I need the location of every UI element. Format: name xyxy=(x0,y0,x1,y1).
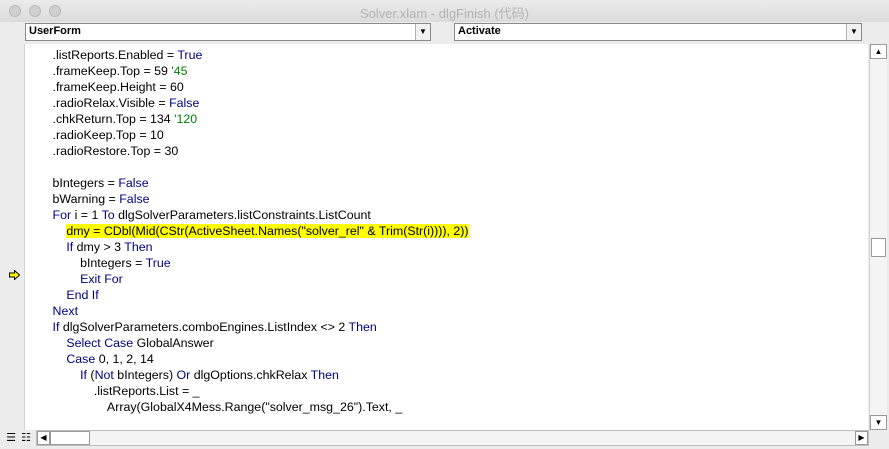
scroll-left-button[interactable]: ◀ xyxy=(37,431,50,445)
code-keyword: To xyxy=(101,208,115,222)
code-keyword: Then xyxy=(348,320,377,334)
vertical-scrollbar[interactable]: ▲ ▼ xyxy=(869,44,887,430)
scroll-down-button[interactable]: ▼ xyxy=(870,415,887,430)
code-keyword: Next xyxy=(52,304,79,318)
code-editor[interactable]: .listReports.Enabled = True .frameKeep.T… xyxy=(25,44,868,430)
code-text: .chkReturn.Top = 134 xyxy=(25,112,175,126)
code-keyword: False xyxy=(118,176,149,190)
scroll-right-button[interactable]: ▶ xyxy=(855,431,868,445)
procedure-combobox[interactable]: Activate ▼ xyxy=(454,23,862,41)
object-combobox[interactable]: UserForm ▼ xyxy=(25,23,431,41)
code-text: bIntegers) xyxy=(113,368,177,382)
code-line[interactable]: .frameKeep.Height = 60 xyxy=(25,79,469,95)
current-line-arrow-icon xyxy=(9,270,20,280)
code-keyword: Not xyxy=(94,368,114,382)
code-text: dlgSolverParameters.comboEngines.ListInd… xyxy=(59,320,349,334)
code-text: .frameKeep.Height = 60 xyxy=(25,80,184,94)
code-text: .radioKeep.Top = 10 xyxy=(25,128,164,142)
code-line[interactable]: Case 0, 1, 2, 14 xyxy=(25,351,469,367)
code-text: .radioRestore.Top = 30 xyxy=(25,144,179,158)
highlighted-statement: dmy = CDbl(Mid(CStr(ActiveSheet.Names("s… xyxy=(66,224,469,238)
code-line[interactable]: bWarning = False xyxy=(25,191,469,207)
code-keyword: Case xyxy=(66,352,96,366)
code-line[interactable]: .radioKeep.Top = 10 xyxy=(25,127,469,143)
procedure-combobox-dropdown-icon[interactable]: ▼ xyxy=(846,24,861,40)
procedure-view-icon[interactable]: ☰ xyxy=(4,431,18,445)
code-text: dmy > 3 xyxy=(73,240,125,254)
code-lines: .listReports.Enabled = True .frameKeep.T… xyxy=(25,47,469,415)
code-line[interactable]: .radioRelax.Visible = False xyxy=(25,95,469,111)
code-text: bIntegers = xyxy=(25,256,146,270)
code-text: dlgSolverParameters.listConstraints.List… xyxy=(114,208,371,222)
code-text: .frameKeep.Top = 59 xyxy=(25,64,172,78)
code-line[interactable]: .listReports.Enabled = True xyxy=(25,47,469,63)
code-keyword: Exit For xyxy=(80,272,123,286)
code-line[interactable]: If (Not bIntegers) Or dlgOptions.chkRela… xyxy=(25,367,469,383)
code-line[interactable]: For i = 1 To dlgSolverParameters.listCon… xyxy=(25,207,469,223)
window-title: Solver.xlam - dlgFinish (代码) xyxy=(359,6,530,21)
code-line[interactable]: Exit For xyxy=(25,271,469,287)
horizontal-scroll-thumb[interactable] xyxy=(50,431,90,445)
code-keyword: True xyxy=(177,48,203,62)
code-line[interactable]: Array(GlobalX4Mess.Range("solver_msg_26"… xyxy=(25,399,469,415)
code-line[interactable]: Next xyxy=(25,303,469,319)
code-line[interactable]: If dmy > 3 Then xyxy=(25,239,469,255)
code-line[interactable]: .chkReturn.Top = 134 '120 xyxy=(25,111,469,127)
code-text: ( xyxy=(86,368,95,382)
code-text: Array(GlobalX4Mess.Range("solver_msg_26"… xyxy=(25,400,403,414)
code-keyword: Then xyxy=(124,240,153,254)
code-keyword: If xyxy=(80,368,87,382)
procedure-combobox-value: Activate xyxy=(458,25,501,37)
code-line[interactable]: bIntegers = False xyxy=(25,175,469,191)
vertical-scroll-thumb[interactable] xyxy=(871,238,886,257)
code-keyword: True xyxy=(145,256,171,270)
code-line[interactable]: dmy = CDbl(Mid(CStr(ActiveSheet.Names("s… xyxy=(25,223,469,239)
object-combobox-value: UserForm xyxy=(29,25,81,37)
code-text: .listReports.Enabled = xyxy=(25,48,178,62)
code-text: dlgOptions.chkRelax xyxy=(190,368,311,382)
object-combobox-dropdown-icon[interactable]: ▼ xyxy=(415,24,430,40)
code-line[interactable]: .listReports.List = _ xyxy=(25,383,469,399)
code-text: bIntegers = xyxy=(25,176,119,190)
code-text: .listReports.List = _ xyxy=(25,384,200,398)
margin-indicator-bar[interactable] xyxy=(0,44,25,430)
code-line[interactable]: bIntegers = True xyxy=(25,255,469,271)
code-comment: '120 xyxy=(174,112,198,126)
code-line[interactable]: Select Case GlobalAnswer xyxy=(25,335,469,351)
code-keyword: Select Case xyxy=(66,336,134,350)
code-line[interactable]: End If xyxy=(25,287,469,303)
title-bar[interactable]: Solver.xlam - dlgFinish (代码) xyxy=(0,0,889,23)
code-keyword: Then xyxy=(310,368,339,382)
code-text: bWarning = xyxy=(25,192,120,206)
horizontal-scrollbar[interactable]: ◀ ▶ xyxy=(36,430,869,446)
full-module-view-icon[interactable]: ☷ xyxy=(19,431,33,445)
code-text: GlobalAnswer xyxy=(133,336,214,350)
code-keyword: False xyxy=(169,96,200,110)
code-keyword: End If xyxy=(66,288,99,302)
code-keyword: False xyxy=(119,192,150,206)
code-text: .radioRelax.Visible = xyxy=(25,96,170,110)
code-comment: '45 xyxy=(171,64,188,78)
code-keyword: For xyxy=(52,208,72,222)
code-line[interactable]: .frameKeep.Top = 59 '45 xyxy=(25,63,469,79)
code-text: 0, 1, 2, 14 xyxy=(95,352,154,366)
combo-bar: UserForm ▼ Activate ▼ xyxy=(0,22,889,44)
code-line[interactable] xyxy=(25,159,469,175)
scroll-up-button[interactable]: ▲ xyxy=(870,44,887,59)
code-keyword: Or xyxy=(176,368,191,382)
vba-code-window: Solver.xlam - dlgFinish (代码) UserForm ▼ … xyxy=(0,0,889,449)
code-line[interactable]: If dlgSolverParameters.comboEngines.List… xyxy=(25,319,469,335)
code-line[interactable]: .radioRestore.Top = 30 xyxy=(25,143,469,159)
code-text: i = 1 xyxy=(71,208,102,222)
